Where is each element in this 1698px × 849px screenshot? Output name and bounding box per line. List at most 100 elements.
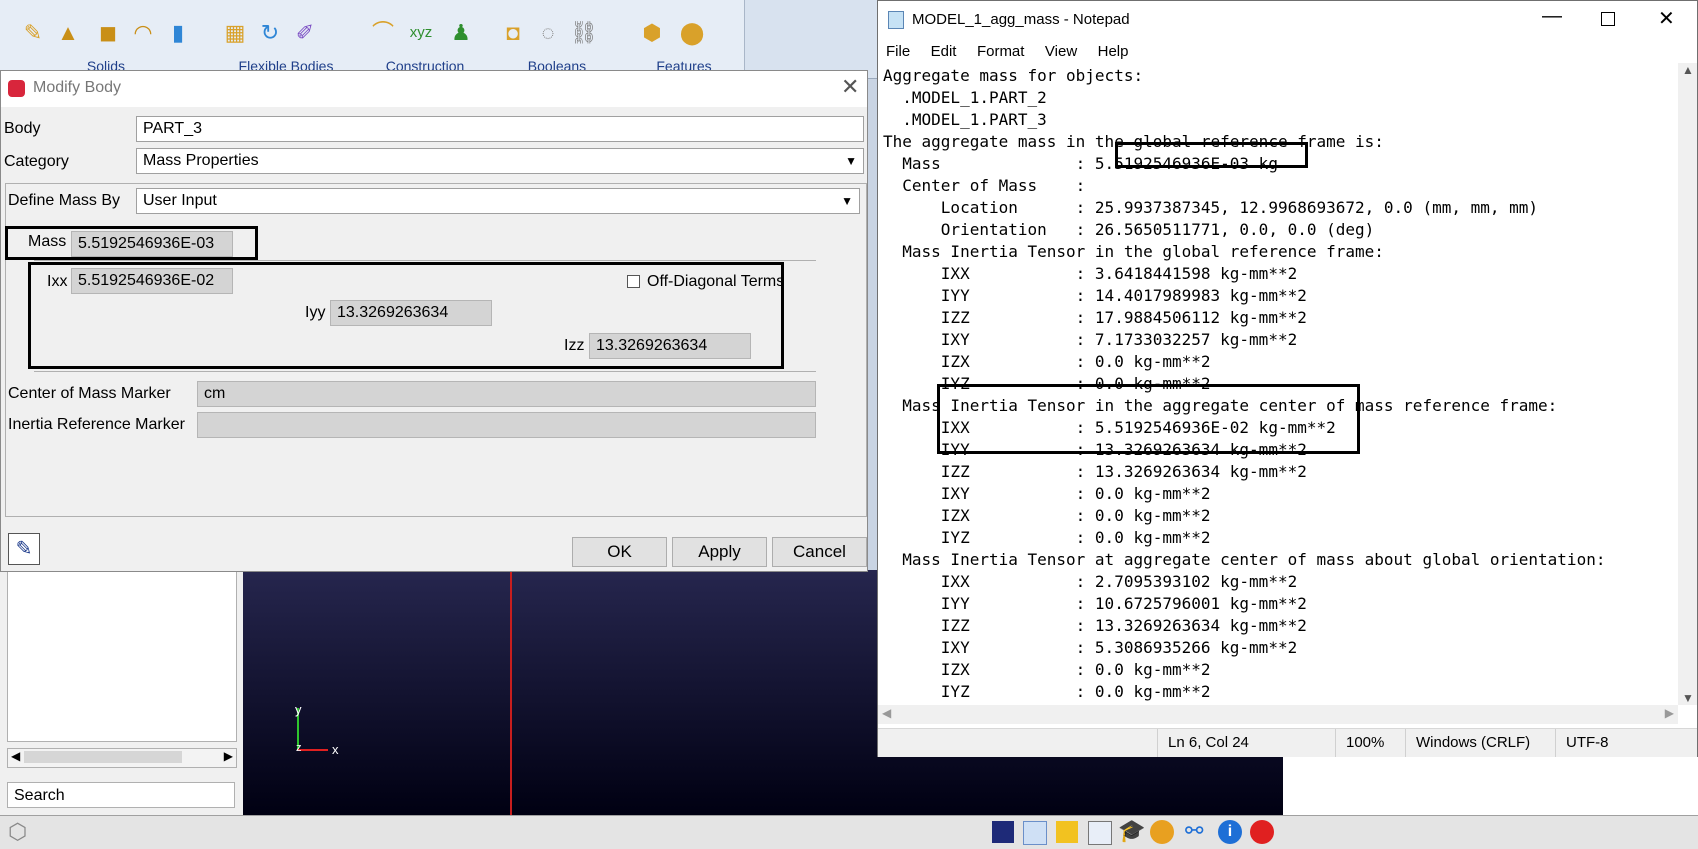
flex-body-icon[interactable]: ▦ [222,20,248,46]
category-value: Mass Properties [143,152,259,169]
model-browser-panel: ◀ ▶ Search [0,570,244,815]
menu-file[interactable]: File [886,43,910,60]
arc-icon[interactable]: ⌒ [370,20,396,46]
maximize-icon[interactable] [1601,12,1615,26]
dialog-title-bar[interactable]: Modify Body ✕ [1,71,867,107]
app-status-bar: ⬡ 🎓 ⚯ i [0,815,1698,849]
notepad-text-area[interactable]: Aggregate mass for objects: .MODEL_1.PAR… [878,63,1678,705]
pencil-icon[interactable]: ✎ [20,20,46,46]
body-field[interactable]: PART_3 [136,116,864,142]
text-line: .MODEL_1.PART_3 [883,110,1047,129]
point-icon[interactable]: ♟ [448,20,474,46]
text-line: IZX : 0.0 kg-mm**2 [883,352,1211,371]
chain-icon[interactable]: ⛓ [570,20,598,46]
plot-icon[interactable] [1023,821,1047,845]
text-line: IZZ : 13.3269263634 kg-mm**2 [883,462,1307,481]
edit-notes-icon[interactable]: ✎ [8,533,40,565]
info-icon[interactable]: i [1218,820,1242,844]
scroll-right-icon[interactable]: ▶ [224,749,233,763]
text-line: IZZ : 17.9884506112 kg-mm**2 [883,308,1307,327]
axis-y-label: y [295,702,302,717]
text-line: IXX : 2.7095393102 kg-mm**2 [883,572,1298,591]
text-line: IXY : 0.0 kg-mm**2 [883,484,1211,503]
define-mass-label: Define Mass By [8,192,121,209]
chamfer-icon[interactable]: ⬢ [639,20,665,46]
text-line: Mass Inertia Tensor at aggregate center … [883,550,1606,569]
boolean-intersect-icon[interactable]: ◌ [535,20,561,46]
inertia-marker-label: Inertia Reference Marker [8,416,185,433]
horizontal-scrollbar[interactable]: ◀ ▶ [878,705,1678,724]
render-mode-icon[interactable] [992,821,1014,843]
com-marker-label: Center of Mass Marker [8,385,171,402]
menu-edit[interactable]: Edit [931,43,957,60]
modify-body-dialog: Modify Body ✕ Body PART_3 Category Mass … [0,70,868,572]
flex-convert-icon[interactable]: ↻ [257,20,283,46]
inertia-highlight-box [28,262,784,369]
ribbon-group-features: ⬢ ⬤ Features [624,0,745,76]
mass-highlight-box [5,226,258,260]
define-mass-select[interactable]: User Input ▼ [136,188,860,214]
stop-icon[interactable] [1250,820,1274,844]
folder-icon[interactable] [1056,821,1078,843]
hole-icon[interactable]: ⬤ [679,20,705,46]
ribbon-group-booleans: ◘ ◌ ⛓ Booleans [490,0,625,76]
vertical-scrollbar[interactable]: ▲ ▼ [1678,63,1697,705]
scroll-left-icon[interactable]: ◀ [882,706,891,720]
axis-z-label: z [296,742,302,754]
divider [34,371,816,372]
scroll-left-icon[interactable]: ◀ [11,749,20,763]
body-label: Body [4,120,41,137]
boolean-union-icon[interactable]: ◘ [500,20,526,46]
menu-format[interactable]: Format [977,43,1025,60]
scroll-thumb[interactable] [24,751,182,763]
search-field[interactable]: Search [7,782,235,808]
xyz-marker-icon[interactable]: xyz [408,20,434,46]
text-line: IYZ : 0.0 kg-mm**2 [883,682,1211,701]
table-icon[interactable] [1088,821,1112,845]
model-status-icon[interactable]: ⬡ [8,819,27,845]
com-marker-field[interactable]: cm [197,381,816,407]
scroll-up-icon[interactable]: ▲ [1682,63,1694,77]
right-pane [1283,756,1698,816]
network-icon[interactable]: ⚯ [1185,818,1203,844]
flex-edit-icon[interactable]: ✐ [292,20,318,46]
app-logo-icon [8,80,25,97]
text-line: .MODEL_1.PART_2 [883,88,1047,107]
chevron-down-icon[interactable]: ▼ [841,189,853,213]
apply-button[interactable]: Apply [672,537,767,567]
scroll-down-icon[interactable]: ▼ [1682,691,1694,705]
ok-button[interactable]: OK [572,537,667,567]
text-line: IXY : 5.3086935266 kg-mm**2 [883,638,1298,657]
menu-view[interactable]: View [1045,43,1077,60]
close-icon[interactable]: ✕ [1658,6,1675,31]
inertia-marker-field[interactable] [197,412,816,438]
horizontal-scrollbar[interactable]: ◀ ▶ [7,748,237,768]
text-line: IZZ : 13.3269263634 kg-mm**2 [883,616,1307,635]
hat-icon[interactable]: 🎓 [1118,818,1145,844]
extrusion-icon[interactable]: ◼ [95,20,121,46]
text-line: IYZ : 0.0 kg-mm**2 [883,528,1211,547]
globe-icon[interactable] [1150,820,1174,844]
cancel-button[interactable]: Cancel [772,537,867,567]
cursor-position: Ln 6, Col 24 [1157,729,1335,757]
menu-help[interactable]: Help [1098,43,1129,60]
notepad-menu-bar: File Edit Format View Help [886,43,1144,61]
chevron-down-icon[interactable]: ▼ [845,149,857,173]
scroll-right-icon[interactable]: ▶ [1665,706,1674,720]
text-line: IXX : 3.6418441598 kg-mm**2 [883,264,1298,283]
text-line: IYY : 10.6725796001 kg-mm**2 [883,594,1307,613]
notepad-title-bar[interactable]: MODEL_1_agg_mass - Notepad — ✕ [878,1,1697,39]
line-ending: Windows (CRLF) [1405,729,1555,757]
ribbon-group-flexible-bodies: ▦ ↻ ✐ Flexible Bodies [212,0,361,76]
revolution-icon[interactable]: ◠ [130,20,156,46]
minimize-icon[interactable]: — [1542,5,1562,28]
text-line: IXY : 7.1733032257 kg-mm**2 [883,330,1298,349]
dialog-title: Modify Body [33,79,122,96]
polygon-icon[interactable]: ▲ [55,20,81,46]
category-select[interactable]: Mass Properties ▼ [136,148,864,174]
text-line: IYY : 14.4017989983 kg-mm**2 [883,286,1307,305]
plane-icon[interactable]: ▮ [165,20,191,46]
close-icon[interactable]: ✕ [841,74,859,100]
model-tree[interactable] [7,570,237,742]
ribbon-group-solids: ✎ ▲ ◼ ◠ ▮ Solids [0,0,213,76]
